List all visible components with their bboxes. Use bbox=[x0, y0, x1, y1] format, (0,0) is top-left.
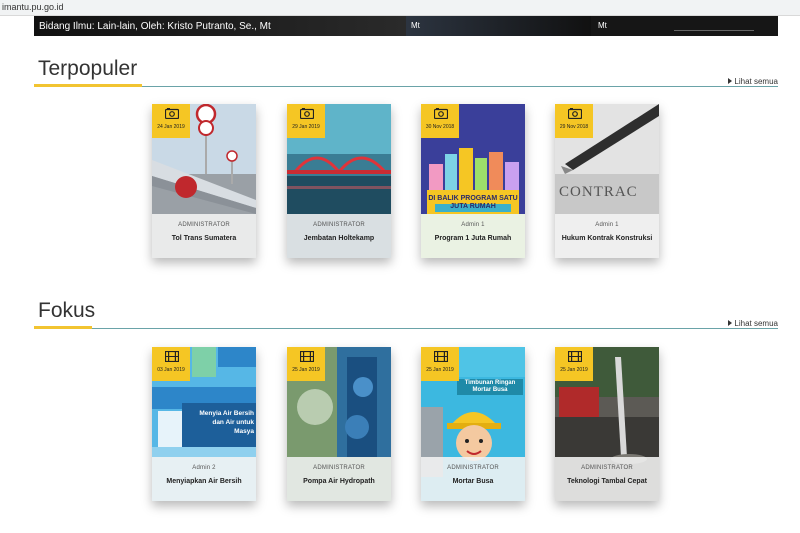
card-date: 29 Jan 2019 bbox=[292, 124, 320, 130]
date-badge: 24 Jan 2019 bbox=[152, 104, 190, 138]
camera-icon bbox=[568, 108, 582, 119]
news-strip-item-2[interactable] bbox=[406, 16, 591, 36]
card-author: ADMINISTRATOR bbox=[581, 465, 633, 471]
date-badge: 29 Nov 2018 bbox=[555, 104, 593, 138]
card-image-caption: CONTRAC bbox=[559, 184, 638, 200]
card-author: Admin 1 bbox=[595, 222, 619, 228]
card-title[interactable]: Tol Trans Sumatera bbox=[156, 234, 252, 243]
card-title[interactable]: Teknologi Tambal Cepat bbox=[559, 477, 655, 486]
see-all-link-focus[interactable]: Lihat semua bbox=[728, 319, 778, 328]
card-date: 25 Jan 2019 bbox=[560, 367, 588, 373]
card-image-caption: Timbunan Ringan Mortar Busa bbox=[457, 379, 523, 395]
card-date: 25 Jan 2019 bbox=[426, 367, 454, 373]
date-badge: 30 Nov 2018 bbox=[421, 104, 459, 138]
section-divider-popular bbox=[34, 86, 778, 87]
film-icon bbox=[568, 351, 582, 362]
see-all-label: Lihat semua bbox=[734, 77, 778, 86]
card-date: 30 Nov 2018 bbox=[425, 124, 455, 130]
card-image-caption: DI BALIK PROGRAM SATU JUTA RUMAH bbox=[428, 195, 518, 210]
page: imantu.pu.go.id Bidang Ilmu: Lain-lain, … bbox=[0, 0, 800, 533]
see-all-link-popular[interactable]: Lihat semua bbox=[728, 77, 778, 86]
news-strip-caption-1: Bidang Ilmu: Lain-lain, Oleh: Kristo Put… bbox=[39, 21, 271, 32]
camera-icon bbox=[165, 108, 179, 119]
card-mortar-busa[interactable]: Timbunan Ringan Mortar Busa 25 Jan 2019 … bbox=[421, 347, 525, 501]
card-author: ADMINISTRATOR bbox=[178, 222, 230, 228]
card-title[interactable]: Jembatan Holtekamp bbox=[291, 234, 387, 243]
card-info: ADMINISTRATOR Teknologi Tambal Cepat bbox=[555, 457, 659, 501]
card-info: Admin 2 Menyiapkan Air Bersih bbox=[152, 457, 256, 501]
card-date: 24 Jan 2019 bbox=[157, 124, 185, 130]
film-icon bbox=[300, 351, 314, 362]
card-tol-trans-sumatera[interactable]: 24 Jan 2019 ADMINISTRATOR Tol Trans Suma… bbox=[152, 104, 256, 258]
card-menyiapkan-air-bersih[interactable]: Menyia Air Bersih dan Air untuk Masya 03… bbox=[152, 347, 256, 501]
date-badge: 25 Jan 2019 bbox=[421, 347, 459, 381]
card-date: 25 Jan 2019 bbox=[292, 367, 320, 373]
card-title[interactable]: Pompa Air Hydropath bbox=[291, 477, 387, 486]
card-jembatan-holtekamp[interactable]: 29 Jan 2019 ADMINISTRATOR Jembatan Holte… bbox=[287, 104, 391, 258]
card-author: ADMINISTRATOR bbox=[313, 222, 365, 228]
section-divider-focus bbox=[34, 328, 778, 329]
card-title[interactable]: Mortar Busa bbox=[425, 477, 521, 486]
news-strip-item-3[interactable] bbox=[591, 16, 778, 36]
card-author: ADMINISTRATOR bbox=[313, 465, 365, 471]
card-teknologi-tambal-cepat[interactable]: 25 Jan 2019 ADMINISTRATOR Teknologi Tamb… bbox=[555, 347, 659, 501]
card-program-1-juta-rumah[interactable]: DI BALIK PROGRAM SATU JUTA RUMAH 30 Nov … bbox=[421, 104, 525, 258]
date-badge: 29 Jan 2019 bbox=[287, 104, 325, 138]
date-badge: 25 Jan 2019 bbox=[555, 347, 593, 381]
card-hukum-kontrak-konstruksi[interactable]: CONTRAC 29 Nov 2018 Admin 1 Hukum Kontra… bbox=[555, 104, 659, 258]
film-icon bbox=[165, 351, 179, 362]
news-strip-caption-2: Mt bbox=[411, 21, 420, 30]
news-strip-underline bbox=[674, 30, 754, 31]
card-author: ADMINISTRATOR bbox=[447, 465, 499, 471]
card-author: Admin 2 bbox=[192, 465, 216, 471]
see-all-label: Lihat semua bbox=[734, 319, 778, 328]
card-date: 03 Jan 2019 bbox=[157, 367, 185, 373]
camera-icon bbox=[300, 108, 314, 119]
card-info: ADMINISTRATOR Pompa Air Hydropath bbox=[287, 457, 391, 501]
card-info: ADMINISTRATOR Jembatan Holtekamp bbox=[287, 214, 391, 258]
arrow-right-icon bbox=[728, 320, 733, 326]
card-author: Admin 1 bbox=[461, 222, 485, 228]
card-info: ADMINISTRATOR Mortar Busa bbox=[421, 457, 525, 501]
card-title[interactable]: Hukum Kontrak Konstruksi bbox=[559, 234, 655, 243]
url-text: imantu.pu.go.id bbox=[2, 2, 64, 12]
card-pompa-air-hydropath[interactable]: 25 Jan 2019 ADMINISTRATOR Pompa Air Hydr… bbox=[287, 347, 391, 501]
card-title[interactable]: Program 1 Juta Rumah bbox=[425, 234, 521, 243]
section-title-popular: Terpopuler bbox=[38, 57, 138, 80]
section-title-focus: Fokus bbox=[38, 299, 96, 322]
card-date: 29 Nov 2018 bbox=[559, 124, 589, 130]
card-info: ADMINISTRATOR Tol Trans Sumatera bbox=[152, 214, 256, 258]
arrow-right-icon bbox=[728, 78, 733, 84]
card-info: Admin 1 Program 1 Juta Rumah bbox=[421, 214, 525, 258]
card-info: Admin 1 Hukum Kontrak Konstruksi bbox=[555, 214, 659, 258]
news-strip-caption-3: Mt bbox=[598, 21, 607, 30]
browser-url-bar[interactable]: imantu.pu.go.id bbox=[0, 0, 800, 16]
section-accent-focus bbox=[34, 326, 92, 329]
film-icon bbox=[434, 351, 448, 362]
section-accent-popular bbox=[34, 84, 142, 87]
date-badge: 25 Jan 2019 bbox=[287, 347, 325, 381]
date-badge: 03 Jan 2019 bbox=[152, 347, 190, 381]
card-title[interactable]: Menyiapkan Air Bersih bbox=[156, 477, 252, 486]
card-image-caption: Menyia Air Bersih dan Air untuk Masya bbox=[199, 410, 254, 435]
news-strip[interactable]: Bidang Ilmu: Lain-lain, Oleh: Kristo Put… bbox=[34, 16, 778, 36]
camera-icon bbox=[434, 108, 448, 119]
